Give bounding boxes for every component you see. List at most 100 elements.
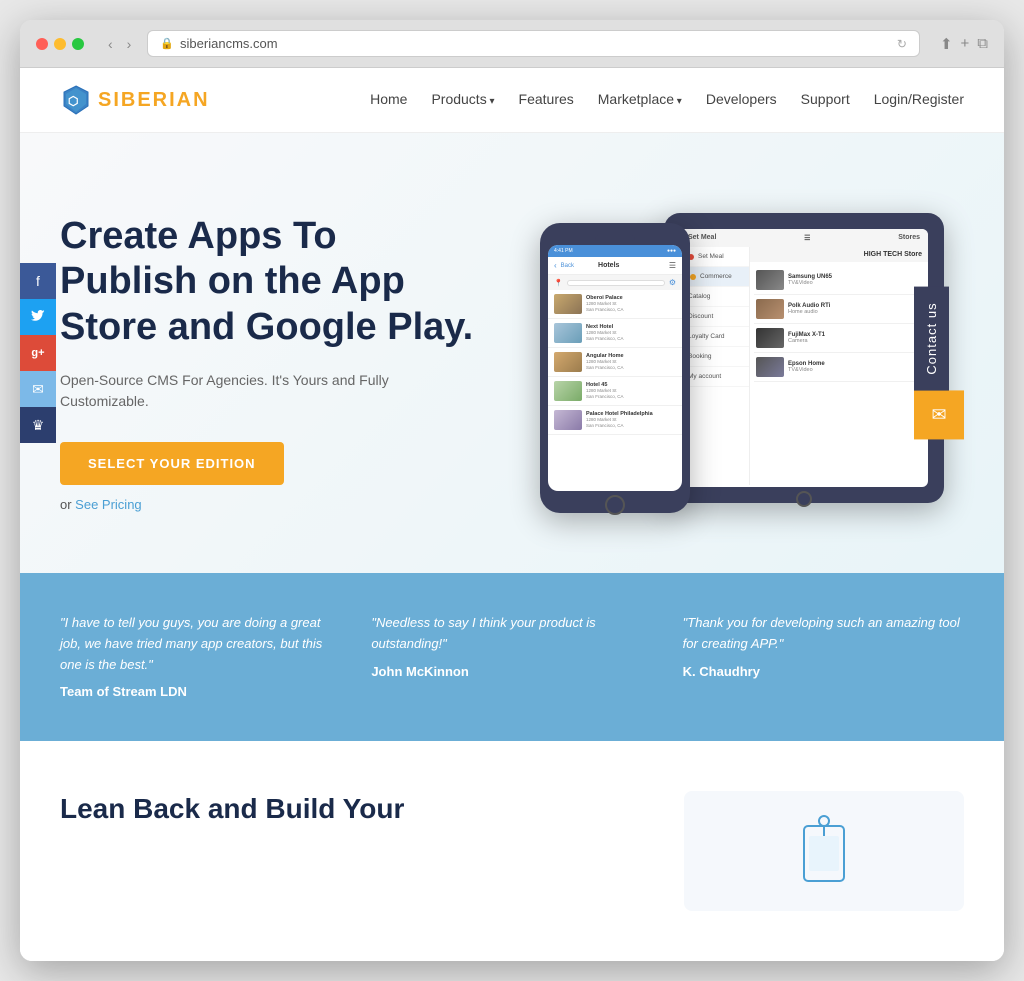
refresh-icon[interactable]: ↻ [897, 37, 907, 51]
product-cat-1: TV&Video [788, 280, 922, 286]
tablet-stores-label: Stores [898, 234, 920, 242]
tablet-product-1: Samsung UN65 TV&Video [754, 266, 924, 295]
tablet-product-4: Epson Home TV&Video [754, 353, 924, 382]
social-facebook[interactable]: f [20, 263, 56, 299]
phone-search-input [567, 280, 665, 286]
nav-support[interactable]: Support [801, 91, 850, 107]
nav-login[interactable]: Login/Register [874, 91, 964, 107]
hotel-item-5: Palace Hotel Philadelphia 1280 Market St… [548, 406, 682, 435]
hotel-info-3: Angular Home 1280 Market StSan Francisco… [586, 353, 676, 372]
contact-tab[interactable]: Contact us [914, 286, 949, 390]
share-button[interactable]: ⬆ [940, 35, 953, 53]
nav-home[interactable]: Home [370, 91, 407, 107]
nav-features[interactable]: Features [519, 91, 574, 107]
tablet-sidebar-item-1: Set Meal [680, 247, 749, 267]
hotel-thumb-1 [554, 294, 582, 314]
navbar: ⬡ SIBERIAN Home Products Features Market… [20, 68, 1004, 133]
hotel-addr-2: 1280 Market StSan Francisco, CA [586, 330, 676, 343]
testimonial-1: "I have to tell you guys, you are doing … [60, 613, 341, 701]
sidebar-label-3: Catalog [688, 293, 710, 300]
hotel-item-4: Hotel 45 1280 Market StSan Francisco, CA [548, 377, 682, 406]
sidebar-label-5: Loyalty Card [688, 333, 725, 340]
browser-titlebar: ‹ › 🔒 siberiancms.com ↻ ⬆ + ⧉ [20, 20, 1004, 68]
store-name: HIGH TECH Store [864, 251, 922, 258]
product-info-2: Polk Audio RTi Home audio [788, 303, 922, 315]
hotel-info-1: Oberoi Palace 1280 Market StSan Francisc… [586, 295, 676, 314]
product-thumb-1 [756, 270, 784, 290]
nav-controls: ‹ › [104, 34, 135, 54]
hotel-addr-4: 1280 Market StSan Francisco, CA [586, 388, 676, 401]
nav-developers[interactable]: Developers [706, 91, 777, 107]
bottom-title: Lean Back and Build Your [60, 791, 644, 827]
product-cat-4: TV&Video [788, 367, 922, 373]
bottom-section: Lean Back and Build Your [20, 741, 1004, 961]
hero-section: f g+ ✉ ♛ Create Apps To Publish on the A… [20, 133, 1004, 573]
tablet-product-2: Polk Audio RTi Home audio [754, 295, 924, 324]
tablet-home-button [796, 491, 812, 507]
phone-menu-icon: ☰ [669, 261, 676, 270]
sidebar-label-2: Commerce [700, 273, 732, 280]
logo-link[interactable]: ⬡ SIBERIAN [60, 84, 210, 116]
phone-hotel-list: Oberoi Palace 1280 Market StSan Francisc… [548, 290, 682, 435]
hotel-item-2: Next Hotel 1280 Market StSan Francisco, … [548, 319, 682, 348]
back-button[interactable]: ‹ [104, 34, 117, 54]
social-crown[interactable]: ♛ [20, 407, 56, 443]
sidebar-label-1: Set Meal [698, 253, 724, 260]
testimonial-3: "Thank you for developing such an amazin… [683, 613, 964, 701]
product-info-3: FujiMax X-T1 Camera [788, 332, 922, 344]
hotel-item-1: Oberoi Palace 1280 Market StSan Francisc… [548, 290, 682, 319]
address-bar[interactable]: 🔒 siberiancms.com ↻ [147, 30, 920, 57]
see-pricing-link[interactable]: See Pricing [75, 497, 141, 512]
phone-home-button [605, 495, 625, 515]
product-thumb-4 [756, 357, 784, 377]
nav-marketplace[interactable]: Marketplace [598, 91, 682, 107]
phone-status-bar: 4:41 PM ●●● [548, 245, 682, 257]
tablet-header: Set Meal ☰ Stores [680, 229, 928, 247]
maximize-button[interactable] [72, 38, 84, 50]
testimonial-2: "Needless to say I think your product is… [371, 613, 652, 701]
pricing-prefix: or [60, 497, 75, 512]
social-email[interactable]: ✉ [20, 371, 56, 407]
cta-button[interactable]: SELECT YOUR EDITION [60, 442, 284, 485]
product-info-4: Epson Home TV&Video [788, 361, 922, 373]
phone-nav-header: ‹ Back Hotels ☰ [548, 257, 682, 275]
hero-content: Create Apps To Publish on the App Store … [60, 214, 480, 513]
hotel-info-2: Next Hotel 1280 Market StSan Francisco, … [586, 324, 676, 343]
forward-button[interactable]: › [123, 34, 136, 54]
testimonial-author-1: Team of Stream LDN [60, 684, 187, 699]
hero-title: Create Apps To Publish on the App Store … [60, 214, 480, 351]
hotel-thumb-3 [554, 352, 582, 372]
new-tab-button[interactable]: + [961, 35, 970, 53]
testimonial-author-2: John McKinnon [371, 664, 469, 679]
phone-screen: 4:41 PM ●●● ‹ Back Hotels ☰ 📍 ⚙ [548, 245, 682, 491]
hotel-thumb-5 [554, 410, 582, 430]
tablet-sidebar-item-6: Booking [680, 347, 749, 367]
contact-email-button[interactable]: ✉ [914, 391, 964, 440]
bottom-illustration [794, 811, 854, 891]
testimonials-section: "I have to tell you guys, you are doing … [20, 573, 1004, 741]
browser-action-buttons: ⬆ + ⧉ [940, 35, 988, 53]
product-cat-2: Home audio [788, 309, 922, 315]
nav-products[interactable]: Products [431, 91, 494, 107]
hotel-item-3: Angular Home 1280 Market StSan Francisco… [548, 348, 682, 377]
minimize-button[interactable] [54, 38, 66, 50]
hotel-thumb-4 [554, 381, 582, 401]
close-button[interactable] [36, 38, 48, 50]
hotel-addr-3: 1280 Market StSan Francisco, CA [586, 359, 676, 372]
tablet-sidebar-item-3: Catalog [680, 287, 749, 307]
social-twitter[interactable] [20, 299, 56, 335]
phone-signal: ●●● [667, 248, 676, 254]
product-cat-3: Camera [788, 338, 922, 344]
filter-icon: ⚙ [669, 278, 676, 287]
hotel-thumb-2 [554, 323, 582, 343]
testimonial-quote-3: "Thank you for developing such an amazin… [683, 613, 964, 655]
product-thumb-3 [756, 328, 784, 348]
lock-icon: 🔒 [160, 37, 174, 50]
tablet-screen: Set Meal ☰ Stores Set Meal [680, 229, 928, 487]
tablet-sidebar-item-2: Commerce [680, 267, 749, 287]
hero-subtitle: Open-Source CMS For Agencies. It's Yours… [60, 370, 480, 412]
logo-text: SIBERIAN [98, 89, 210, 112]
tabs-button[interactable]: ⧉ [977, 35, 988, 53]
social-googleplus[interactable]: g+ [20, 335, 56, 371]
hotel-addr-5: 1280 Market StSan Francisco, CA [586, 417, 676, 430]
